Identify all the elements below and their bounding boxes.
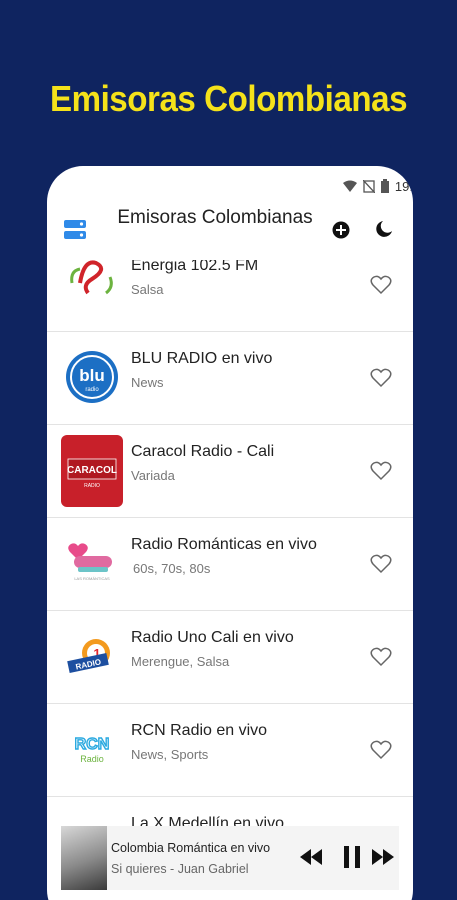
app-title: Emisoras Colombianas	[117, 207, 313, 228]
svg-text:radio: radio	[85, 387, 99, 393]
album-art	[61, 826, 107, 890]
radio-uno-logo: 1 RADIO	[61, 623, 123, 689]
player-artist: Si quieres - Juan Gabriel	[111, 862, 249, 876]
favorite-heart-icon[interactable]	[370, 368, 392, 388]
station-name: RCN Radio en vivo	[131, 722, 268, 739]
romanticas-logo: LAS ROMÁNTICAS	[61, 530, 123, 596]
list-item[interactable]: RCN Radio RCN Radio en vivo News, Sports	[47, 704, 413, 797]
battery-icon	[380, 179, 389, 193]
favorite-heart-icon[interactable]	[370, 740, 392, 760]
list-item[interactable]: CARACOL RADIO Caracol Radio - Cali Varia…	[47, 425, 413, 518]
fast-forward-icon[interactable]	[371, 848, 395, 866]
app-bar: Emisoras Colombianas	[47, 204, 413, 260]
station-name: Caracol Radio - Cali	[131, 443, 275, 460]
station-genre: 60s, 70s, 80s	[133, 561, 211, 576]
station-genre: Salsa	[131, 282, 164, 297]
station-genre: Merengue, Salsa	[131, 654, 230, 669]
caracol-logo: CARACOL RADIO	[61, 435, 123, 507]
favorite-heart-icon[interactable]	[370, 647, 392, 667]
station-genre: News	[131, 375, 164, 390]
station-name: BLU RADIO en vivo	[131, 350, 273, 367]
station-genre: Variada	[131, 468, 175, 483]
favorite-heart-icon[interactable]	[370, 554, 392, 574]
energia-logo	[61, 260, 123, 317]
station-name: Radio Uno Cali en vivo	[131, 629, 294, 646]
svg-text:blu: blu	[79, 366, 105, 385]
pause-icon[interactable]	[343, 846, 361, 868]
favorite-heart-icon[interactable]	[370, 275, 392, 295]
wifi-icon	[342, 180, 357, 192]
phone-frame: 19: Emisoras Colombianas Energia 102.5 F…	[47, 166, 413, 900]
station-genre: News, Sports	[131, 747, 209, 762]
station-list: Energia 102.5 FM Salsa blu radio BLU RAD…	[47, 260, 413, 840]
blu-radio-logo: blu radio	[61, 344, 123, 410]
list-item[interactable]: Energia 102.5 FM Salsa	[47, 260, 413, 332]
svg-text:RCN: RCN	[75, 736, 110, 753]
rewind-icon[interactable]	[299, 848, 323, 866]
svg-text:Radio: Radio	[80, 754, 104, 764]
status-bar: 19:	[47, 166, 413, 206]
rcn-logo: RCN Radio	[61, 716, 123, 782]
list-item[interactable]: blu radio BLU RADIO en vivo News	[47, 332, 413, 425]
no-signal-icon	[362, 179, 375, 193]
player-track-title: Colombia Romántica en vivo	[111, 841, 271, 855]
status-time: 19:	[394, 178, 413, 194]
svg-text:RADIO: RADIO	[84, 483, 100, 489]
promo-title: Emisoras Colombianas	[49, 78, 408, 119]
station-name: Energia 102.5 FM	[131, 260, 259, 274]
list-item[interactable]: 1 RADIO Radio Uno Cali en vivo Merengue,…	[47, 611, 413, 704]
svg-text:CARACOL: CARACOL	[67, 465, 117, 476]
svg-text:LAS ROMÁNTICAS: LAS ROMÁNTICAS	[74, 576, 110, 581]
list-item[interactable]: LAS ROMÁNTICAS Radio Románticas en vivo …	[47, 518, 413, 611]
mini-player[interactable]: Colombia Romántica en vivo Si quieres - …	[61, 826, 399, 890]
add-circle-icon[interactable]	[332, 221, 350, 239]
station-name: Radio Románticas en vivo	[131, 536, 317, 553]
moon-icon[interactable]	[375, 220, 393, 238]
favorite-heart-icon[interactable]	[370, 461, 392, 481]
menu-toggle-icon[interactable]	[64, 220, 86, 240]
